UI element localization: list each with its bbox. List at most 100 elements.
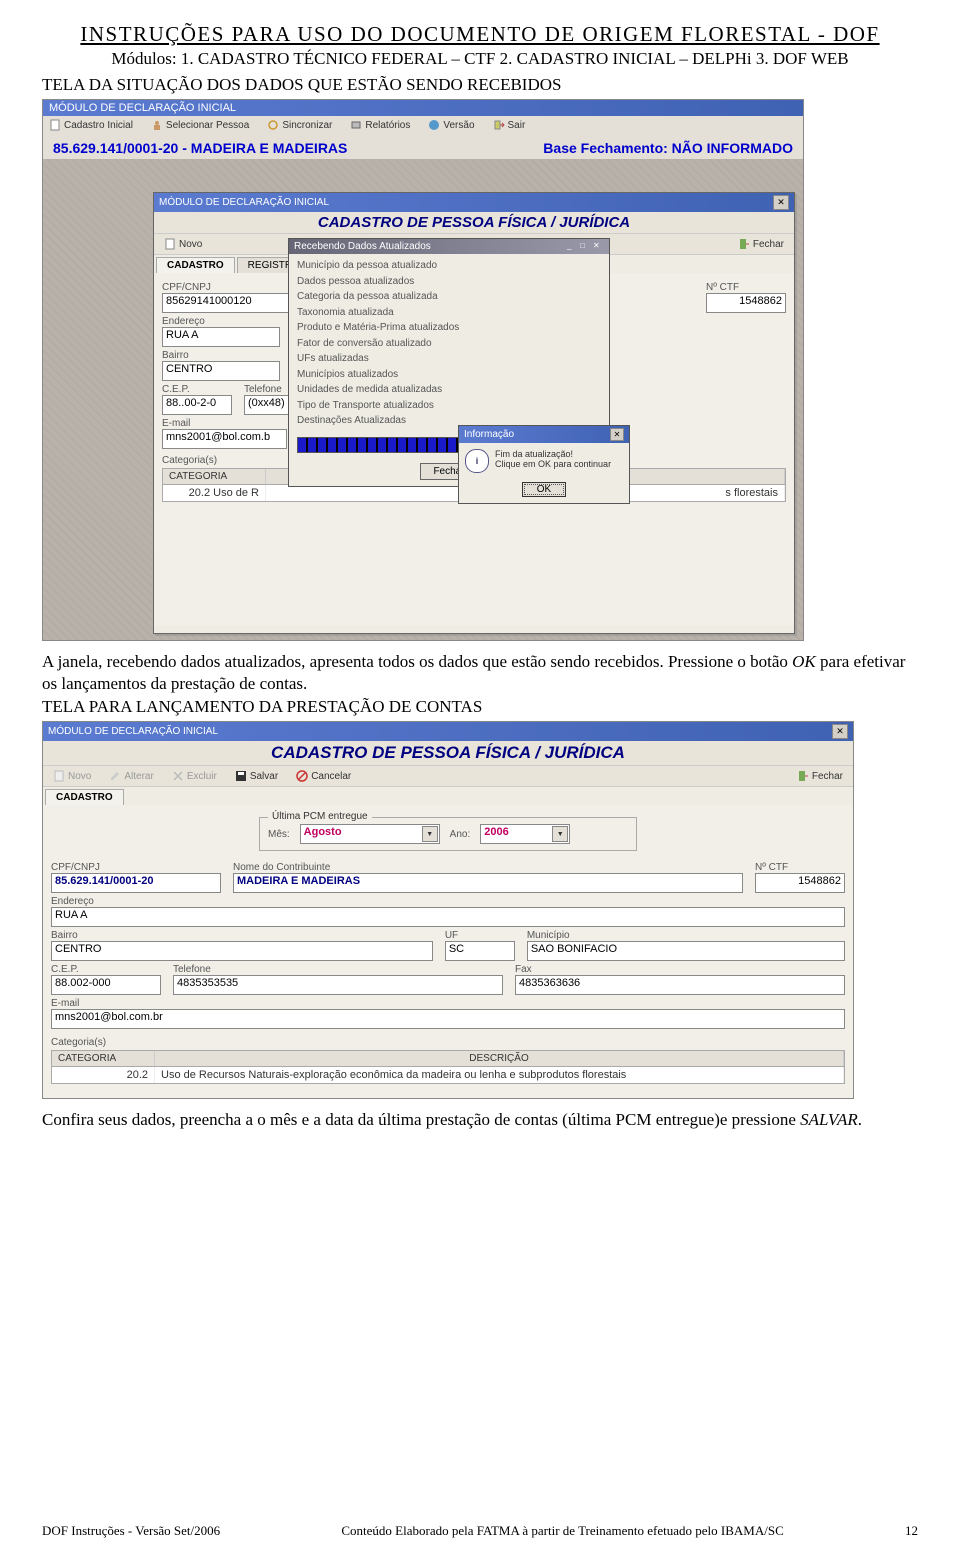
novo-button[interactable]: Novo	[164, 238, 202, 250]
para2: Confira seus dados, preencha a o mês e a…	[42, 1109, 918, 1131]
footer-left: DOF Instruções - Versão Set/2006	[42, 1523, 220, 1539]
alterar-button: Alterar	[109, 770, 153, 782]
telefone-field[interactable]: 4835353535	[173, 975, 503, 995]
fax-field[interactable]: 4835363636	[515, 975, 845, 995]
base-fechamento: Base Fechamento: NÃO INFORMADO	[543, 140, 793, 156]
ctf-field[interactable]: 1548862	[755, 873, 845, 893]
label-cep: C.E.P.	[162, 384, 232, 395]
window-title: MÓDULO DE DECLARAÇÃO INICIAL	[48, 726, 218, 737]
maximize-icon[interactable]: □	[580, 241, 591, 252]
ctf-field[interactable]: 1548862	[706, 293, 786, 313]
label-endereco: Endereço	[51, 896, 845, 907]
novo-button: Novo	[53, 770, 91, 782]
screenshot1: MÓDULO DE DECLARAÇÃO INICIAL Cadastro In…	[42, 99, 804, 641]
info-line2: Clique em OK para continuar	[495, 459, 611, 469]
endereco-field[interactable]: RUA A	[51, 907, 845, 927]
excluir-button: Excluir	[172, 770, 217, 782]
email-field[interactable]: mns2001@bol.com.br	[51, 1009, 845, 1029]
chevron-down-icon[interactable]: ▼	[422, 826, 438, 842]
email-field[interactable]: mns2001@bol.com.b	[162, 429, 287, 449]
status-line: Municípios atualizados	[297, 367, 601, 383]
bairro-field[interactable]: CENTRO	[162, 361, 280, 381]
cpf-field[interactable]: 85.629.141/0001-20	[51, 873, 221, 893]
section2-label: TELA PARA LANÇAMENTO DA PRESTAÇÃO DE CON…	[42, 697, 918, 717]
menu-cadastro-inicial[interactable]: Cadastro Inicial	[49, 119, 133, 131]
app-menu: Cadastro Inicial Selecionar Pessoa Sincr…	[43, 116, 803, 134]
cep-field[interactable]: 88..00-2-0	[162, 395, 232, 415]
info-titlebar: Informação ✕	[459, 426, 629, 443]
cancel-icon	[296, 770, 308, 782]
tab-cadastro[interactable]: CADASTRO	[156, 257, 235, 273]
cat-code: 20.2 Uso de R	[163, 485, 266, 501]
chevron-down-icon[interactable]: ▼	[552, 826, 568, 842]
menu-versao[interactable]: Versão	[428, 119, 474, 131]
cadastro2-form: Última PCM entregue Mês: Agosto ▼ Ano: 2…	[43, 805, 853, 1098]
status-body: Município da pessoa atualizado Dados pes…	[289, 254, 609, 433]
footer-center: Conteúdo Elaborado pela FATMA à partir d…	[341, 1523, 783, 1539]
new-icon	[53, 770, 65, 782]
menu-sincronizar[interactable]: Sincronizar	[267, 119, 332, 131]
modules-line: Módulos: 1. CADASTRO TÉCNICO FEDERAL – C…	[42, 49, 918, 69]
menu-relatorios[interactable]: Relatórios	[350, 119, 410, 131]
ok-button[interactable]: OK	[522, 482, 566, 497]
info-icon: i	[465, 449, 489, 473]
fechar-button[interactable]: Fechar	[738, 238, 784, 250]
label-ctf: Nº CTF	[755, 862, 845, 873]
label-fax: Fax	[515, 964, 845, 975]
fieldset-legend: Última PCM entregue	[268, 811, 372, 822]
close-icon[interactable]: ✕	[773, 195, 789, 210]
label-ctf: Nº CTF	[706, 282, 786, 293]
page-title: INSTRUÇÕES PARA USO DO DOCUMENTO DE ORIG…	[42, 22, 918, 47]
info-line1: Fim da atualização!	[495, 449, 611, 459]
save-icon	[235, 770, 247, 782]
cep-field[interactable]: 88.002-000	[51, 975, 161, 995]
municipio-field[interactable]: SAO BONIFACIO	[527, 941, 845, 961]
cadastro2-banner: CADASTRO DE PESSOA FÍSICA / JURÍDICA	[43, 741, 853, 765]
close-icon[interactable]: ✕	[610, 428, 624, 441]
fechar-button[interactable]: Fechar	[797, 770, 843, 782]
endereco-field[interactable]: RUA A	[162, 327, 280, 347]
door-exit-icon	[738, 238, 750, 250]
status-titlebar: Recebendo Dados Atualizados _ □ ✕	[289, 239, 609, 254]
label-cpf: CPF/CNPJ	[51, 862, 221, 873]
status-line: Unidades de medida atualizadas	[297, 382, 601, 398]
app-title: MÓDULO DE DECLARAÇÃO INICIAL	[49, 102, 236, 114]
company-id: 85.629.141/0001-20 - MADEIRA E MADEIRAS	[53, 140, 347, 156]
window-title: MÓDULO DE DECLARAÇÃO INICIAL	[159, 197, 329, 208]
page-footer: DOF Instruções - Versão Set/2006 Conteúd…	[42, 1523, 918, 1539]
cadastro-window-titlebar: MÓDULO DE DECLARAÇÃO INICIAL ✕	[154, 193, 794, 212]
label-uf: UF	[445, 930, 515, 941]
uf-field[interactable]: SC	[445, 941, 515, 961]
salvar-button[interactable]: Salvar	[235, 770, 278, 782]
label-nome: Nome do Contribuinte	[233, 862, 743, 873]
menu-selecionar-pessoa[interactable]: Selecionar Pessoa	[151, 119, 249, 131]
status-line: UFs atualizadas	[297, 351, 601, 367]
label-cep: C.E.P.	[51, 964, 161, 975]
tab-cadastro[interactable]: CADASTRO	[45, 789, 124, 805]
close-icon[interactable]: ✕	[593, 241, 604, 252]
menu-sair[interactable]: Sair	[493, 119, 526, 131]
cancelar-button[interactable]: Cancelar	[296, 770, 351, 782]
col-categoria: CATEGORIA	[163, 469, 266, 484]
exit-icon	[493, 119, 505, 131]
minimize-icon[interactable]: _	[567, 241, 578, 252]
blue-header: 85.629.141/0001-20 - MADEIRA E MADEIRAS …	[43, 134, 803, 162]
label-categorias: Categoria(s)	[51, 1037, 845, 1048]
label-email: E-mail	[51, 998, 845, 1009]
bairro-field[interactable]: CENTRO	[51, 941, 433, 961]
page-icon	[49, 119, 61, 131]
door-exit-icon	[797, 770, 809, 782]
person-icon	[151, 119, 163, 131]
status-line: Categoria da pessoa atualizada	[297, 289, 601, 305]
sync-icon	[267, 119, 279, 131]
cat-code: 20.2	[52, 1067, 155, 1083]
ultima-pcm-fieldset: Última PCM entregue Mês: Agosto ▼ Ano: 2…	[259, 817, 637, 851]
section1-label: TELA DA SITUAÇÃO DOS DADOS QUE ESTÃO SEN…	[42, 75, 918, 95]
status-line: Taxonomia atualizada	[297, 305, 601, 321]
nome-field[interactable]: MADEIRA E MADEIRAS	[233, 873, 743, 893]
mes-dropdown[interactable]: Agosto	[300, 824, 440, 844]
print-icon	[350, 119, 362, 131]
app-titlebar: MÓDULO DE DECLARAÇÃO INICIAL	[43, 100, 803, 116]
cadastro-banner: CADASTRO DE PESSOA FÍSICA / JURÍDICA	[154, 212, 794, 233]
close-icon[interactable]: ✕	[832, 724, 848, 739]
